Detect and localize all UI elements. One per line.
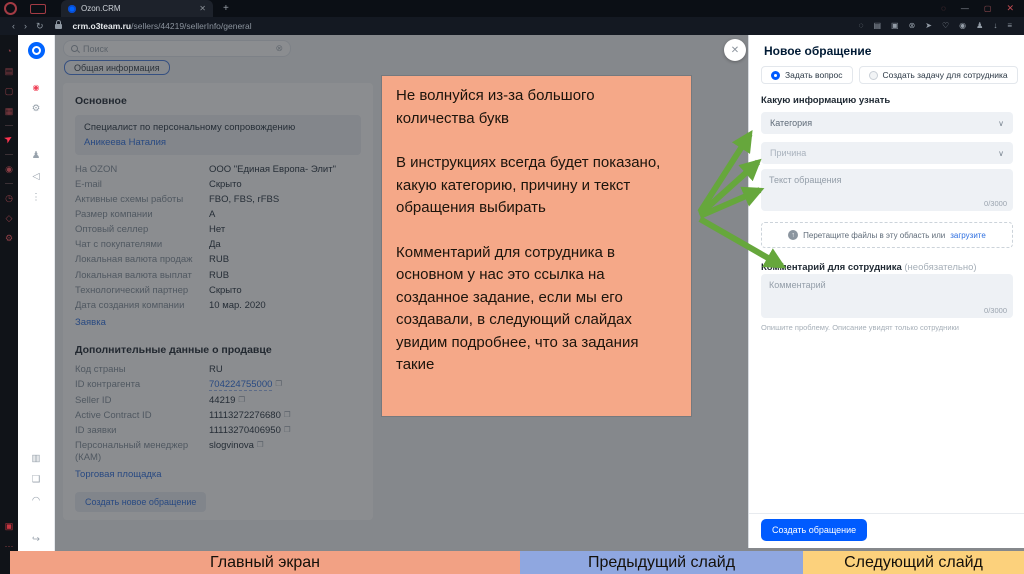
window-search-icon[interactable]: ◌ [941,4,946,13]
prev-slide-button[interactable]: Предыдущий слайд [520,551,803,574]
radio-ask-question[interactable]: Задать вопрос [761,66,853,84]
browser-url-bar: ‹ › ↻ crm.o3team.ru/sellers/44219/seller… [0,17,1024,35]
home-screen-button[interactable]: Главный экран [10,551,520,574]
url-path: /sellers/44219/sellerInfo/general [131,21,252,31]
record-icon[interactable]: ◉ [18,77,54,98]
kanban-icon[interactable]: ▤ [873,22,881,30]
cube-icon[interactable]: ◇ [0,208,18,228]
annotation-paragraph: В инструкциях всегда будет показано, как… [396,154,661,216]
favorites-icon[interactable]: ♡ [942,22,949,30]
camera-icon[interactable]: ▣ [891,22,899,30]
annotation-arrows [697,129,787,269]
crm-sidebar: ◉ ⚙ ♟ ◁ ⋮ ▥ ❑ ◠ ↪ [18,35,55,574]
radio-ask-label: Задать вопрос [785,70,843,80]
browser-tab-bar: Ozon.CRM ✕ + ◌ — ▢ ✕ [0,0,1024,17]
record-camera-icon[interactable]: ▣ [0,516,18,536]
submit-request-button[interactable]: Создать обращение [761,519,868,541]
gear-icon[interactable]: ⚙ [18,98,54,119]
radio-off-icon [868,70,878,80]
radio-task-label: Создать задачу для сотрудника [882,70,1008,80]
menu-icon[interactable]: ≡ [1007,22,1012,30]
more-icon[interactable]: ⋮ [18,187,54,208]
comment-helper-text: Опишите проблему. Описание увидят только… [761,323,959,332]
history-icon[interactable]: ◔ [0,41,18,61]
annotation-paragraph: Комментарий для сотрудника в основном у … [396,243,639,374]
window-close-icon[interactable]: ✕ [1006,3,1014,14]
window-minimize-icon[interactable]: — [961,4,969,13]
recorder-sidebar: ◔ ▤ ▢ ▦ ➤ ◉ ◷ ◇ ⚙ ▣ ⋯ [0,35,18,574]
extension-icons: ◌ ▤ ▣ ⊗ ➤ ♡ ◉ ♟ ↓ ≡ [859,22,1012,30]
radio-on-icon [771,70,780,80]
divider[interactable] [5,125,13,126]
divider[interactable] [5,154,13,155]
annotation-paragraph: Не волнуйся из-за большого количества бу… [396,87,595,127]
user-icon[interactable]: ♟ [18,145,54,166]
next-slide-button[interactable]: Следующий слайд [803,551,1024,574]
chat-icon[interactable]: ❑ [18,469,54,490]
profile-icon[interactable]: ♟ [976,22,983,30]
logout-icon[interactable]: ↪ [18,529,54,550]
divider[interactable] [5,183,13,184]
radio-create-task[interactable]: Создать задачу для сотрудника [858,66,1018,84]
extension-icon[interactable]: ◉ [959,22,966,30]
chevron-down-icon: ∨ [998,118,1004,128]
recorder-logo-icon [4,2,17,15]
spacer[interactable] [18,119,54,145]
reload-icon[interactable]: ↻ [36,21,44,32]
download-icon[interactable]: ↓ [993,22,997,30]
app-area: ◔▤▢▦➤◉◷◇⚙ ▣⋯ ◉⚙♟◁⋮ ▥❑◠↪ Поиск ⊗ Общая ин… [0,35,1024,574]
url-host: crm.o3team.ru [72,21,132,31]
tab-close-icon[interactable]: ✕ [199,4,206,13]
upload-link[interactable]: загрузите [950,231,986,240]
chat-icon[interactable]: ▢ [0,81,18,101]
chevron-down-icon: ∨ [998,148,1004,158]
image-icon[interactable]: ▥ [18,448,54,469]
drawer-footer: Создать обращение [749,513,1024,548]
gear-icon[interactable]: ⚙ [0,228,18,248]
new-tab-button[interactable]: + [223,3,229,14]
forward-icon[interactable]: › [24,21,27,31]
apps-icon[interactable]: ▤ [0,61,18,81]
drawer-close-button[interactable]: ✕ [724,39,746,61]
screen: Ozon.CRM ✕ + ◌ — ▢ ✕ ‹ › ↻ crm.o3team.ru… [0,0,1024,574]
clock-icon[interactable]: ◷ [0,188,18,208]
cast-icon [30,3,46,14]
close-icon: ✕ [730,44,740,56]
char-counter: 0/3000 [984,199,1007,208]
bell-icon[interactable]: ◠ [18,490,54,511]
slide-nav-bar: Главный экран Предыдущий слайд Следующий… [10,551,1024,574]
search-icon[interactable]: ◌ [859,22,864,30]
browser-tab[interactable]: Ozon.CRM ✕ [61,0,213,17]
ozon-logo[interactable] [27,42,45,59]
megaphone-icon[interactable]: ◁ [18,166,54,187]
ozon-favicon [68,4,76,13]
dropzone-text: Перетащите файлы в эту область или [803,230,946,240]
window-restore-icon[interactable]: ▢ [984,4,992,13]
drawer-title: Новое обращение [764,44,872,58]
lock-icon [54,19,62,29]
back-icon[interactable]: ‹ [12,21,15,31]
url-text[interactable]: crm.o3team.ru/sellers/44219/sellerInfo/g… [73,21,252,31]
tutorial-annotation: Не волнуйся из-за большого количества бу… [381,75,692,417]
comment-optional-text: (необязательно) [904,262,977,273]
share-icon[interactable]: ➤ [925,22,932,30]
grid-icon[interactable]: ▦ [0,101,18,121]
blocker-icon[interactable]: ⊗ [909,22,916,30]
tab-title: Ozon.CRM [81,4,121,13]
play-icon[interactable]: ◉ [0,159,18,179]
window-controls: ◌ — ▢ ✕ [941,3,1014,14]
request-type-radios: Задать вопрос Создать задачу для сотрудн… [761,66,1018,84]
char-counter: 0/3000 [984,306,1007,315]
